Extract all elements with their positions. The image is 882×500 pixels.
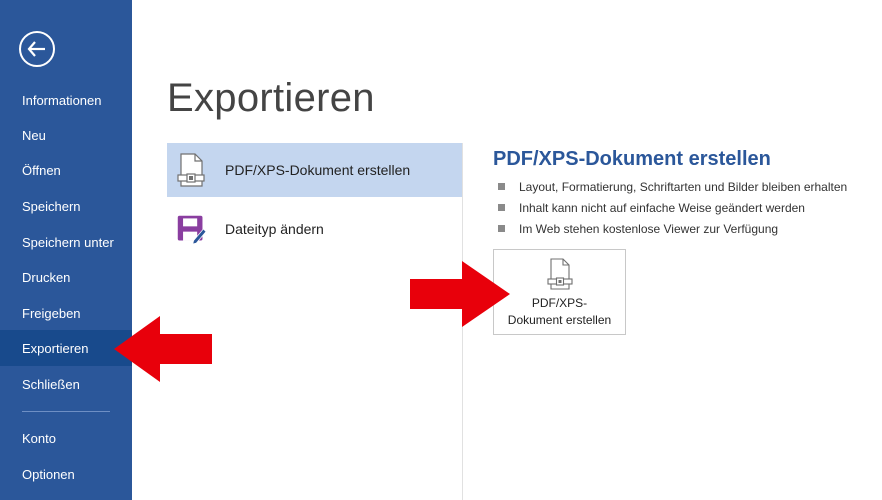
create-pdf-xps-button-label: PDF/XPS- Dokument erstellen xyxy=(494,295,625,329)
detail-title: PDF/XPS-Dokument erstellen xyxy=(493,148,771,170)
nav-item-label: Optionen xyxy=(22,466,75,482)
annotation-arrow-left-icon xyxy=(114,316,212,382)
change-filetype-icon xyxy=(177,215,206,245)
nav-item-optionen[interactable]: Optionen xyxy=(0,456,132,492)
nav-item-label: Speichern xyxy=(22,198,81,214)
bullet-item: Layout, Formatierung, Schriftarten und B… xyxy=(498,179,847,200)
pdf-document-icon xyxy=(547,258,573,290)
nav-item-label: Neu xyxy=(22,127,46,143)
detail-bullet-list: Layout, Formatierung, Schriftarten und B… xyxy=(498,179,847,242)
option-dateityp-aendern[interactable]: Dateityp ändern xyxy=(167,202,463,256)
pdf-document-icon xyxy=(177,153,205,187)
bullet-text: Im Web stehen kostenlose Viewer zur Verf… xyxy=(519,222,779,236)
bullet-square-icon xyxy=(498,183,505,190)
nav-item-label: Informationen xyxy=(22,92,102,108)
option-label: Dateityp ändern xyxy=(225,221,324,237)
nav-item-label: Freigeben xyxy=(22,305,81,321)
option-pdf-xps[interactable]: PDF/XPS-Dokument erstellen xyxy=(167,143,463,197)
option-label: PDF/XPS-Dokument erstellen xyxy=(225,162,411,178)
nav-item-label: Drucken xyxy=(22,269,71,285)
bullet-item: Inhalt kann nicht auf einfache Weise geä… xyxy=(498,200,847,221)
nav-item-informationen[interactable]: Informationen xyxy=(0,82,132,118)
nav-item-oeffnen[interactable]: Öffnen xyxy=(0,152,132,188)
back-arrow-icon xyxy=(27,41,45,57)
nav-item-speichern[interactable]: Speichern xyxy=(0,188,132,224)
nav-item-label: Öffnen xyxy=(22,162,61,178)
back-button[interactable] xyxy=(19,31,55,67)
nav-item-neu[interactable]: Neu xyxy=(0,117,132,153)
nav-item-label: Schließen xyxy=(22,376,80,392)
button-label-line: Dokument erstellen xyxy=(507,313,612,327)
bullet-square-icon xyxy=(498,204,505,211)
bullet-text: Inhalt kann nicht auf einfache Weise geä… xyxy=(519,201,805,215)
nav-item-drucken[interactable]: Drucken xyxy=(0,259,132,295)
nav-item-label: Speichern unter xyxy=(22,234,114,250)
nav-item-konto[interactable]: Konto xyxy=(0,420,132,456)
sidebar-divider xyxy=(22,411,110,412)
nav-item-speichern-unter[interactable]: Speichern unter xyxy=(0,224,132,260)
bullet-square-icon xyxy=(498,225,505,232)
bullet-item: Im Web stehen kostenlose Viewer zur Verf… xyxy=(498,221,847,242)
create-pdf-xps-button[interactable]: PDF/XPS- Dokument erstellen xyxy=(493,249,626,335)
nav-item-label: Konto xyxy=(22,430,56,446)
button-label-line: PDF/XPS- xyxy=(531,296,588,310)
bullet-text: Layout, Formatierung, Schriftarten und B… xyxy=(519,180,848,194)
backstage-sidebar: Informationen Neu Öffnen Speichern Speic… xyxy=(0,0,132,500)
nav-item-label: Exportieren xyxy=(22,340,89,356)
page-title: Exportieren xyxy=(167,76,375,120)
annotation-arrow-right-icon xyxy=(410,261,510,327)
